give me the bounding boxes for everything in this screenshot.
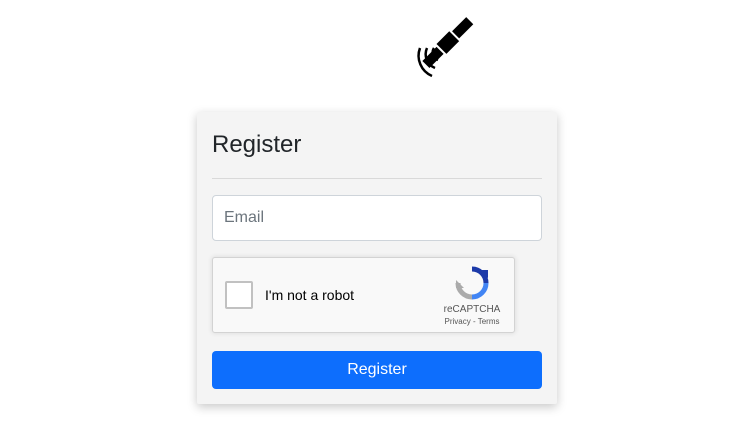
recaptcha-branding: reCAPTCHA Privacy - Terms bbox=[440, 266, 504, 327]
register-page: Register I'm not a robot reCAPTCHA Priva… bbox=[0, 0, 741, 442]
register-card: Register I'm not a robot reCAPTCHA Priva… bbox=[197, 112, 557, 404]
recaptcha-label: I'm not a robot bbox=[265, 287, 355, 303]
recaptcha-brand-text: reCAPTCHA bbox=[443, 304, 501, 315]
link-separator: - bbox=[470, 317, 478, 326]
satellite-icon bbox=[417, 17, 474, 78]
card-title: Register bbox=[212, 131, 302, 158]
recaptcha-checkbox[interactable] bbox=[225, 281, 253, 309]
terms-link[interactable]: Terms bbox=[478, 317, 500, 326]
privacy-link[interactable]: Privacy bbox=[445, 317, 471, 326]
register-button[interactable]: Register bbox=[212, 351, 542, 389]
recaptcha-widget: I'm not a robot reCAPTCHA Privacy - Term… bbox=[212, 257, 515, 333]
recaptcha-links: Privacy - Terms bbox=[440, 317, 504, 327]
title-divider bbox=[212, 178, 542, 179]
recaptcha-logo-icon bbox=[455, 266, 489, 300]
email-field[interactable] bbox=[212, 195, 542, 241]
